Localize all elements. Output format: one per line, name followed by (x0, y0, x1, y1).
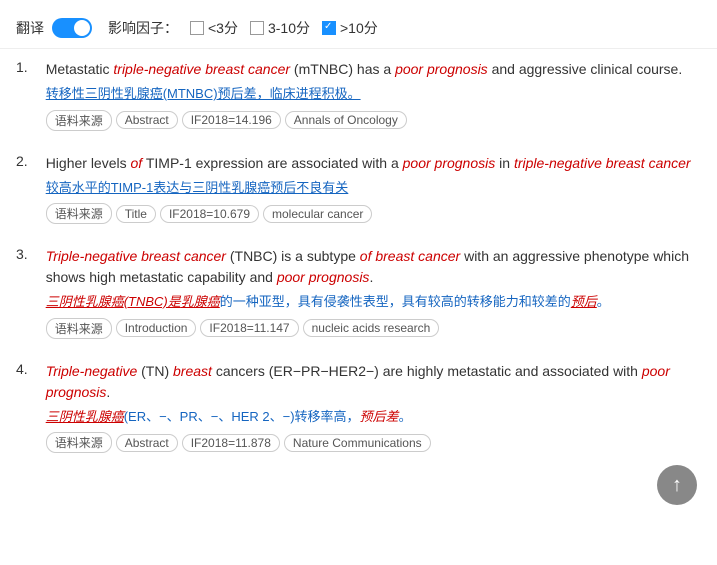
result-content-1: Metastatic triple-negative breast cancer… (46, 59, 683, 131)
toolbar: 翻译 影响因子： <3分 3-10分 >10分 (0, 10, 717, 49)
result-content-2: Higher levels of TIMP-1 expression are a… (46, 153, 691, 225)
tags-3: 语料来源 Introduction IF2018=11.147 nucleic … (46, 318, 701, 339)
result-item-3: 3. Triple-negative breast cancer (TNBC) … (16, 246, 701, 343)
cn-red-3: 乳腺癌 (181, 294, 220, 309)
filter-3-10-label: 3-10分 (268, 18, 310, 38)
cn-red-2: (TNBC)是 (124, 294, 181, 309)
cn-red-4-2: 预后差 (360, 409, 399, 424)
result-title-cn-3: 三阴性乳腺癌(TNBC)是乳腺癌的一种亚型，具有侵袭性表型，具有较高的转移能力和… (46, 292, 701, 312)
checkbox-gt10[interactable] (322, 21, 336, 35)
filter-3-10[interactable]: 3-10分 (250, 18, 310, 38)
result-number-4: 4. (16, 361, 28, 454)
filter-lt3-label: <3分 (208, 18, 238, 38)
cn-period-4: 。 (399, 409, 412, 424)
tag-if-2[interactable]: IF2018=10.679 (160, 205, 259, 223)
keyword-4-1: Triple-negative (46, 363, 138, 379)
tag-journal-4[interactable]: Nature Communications (284, 434, 431, 452)
filter-gt10[interactable]: >10分 (322, 18, 378, 38)
keyword-2-of: of (131, 155, 143, 171)
result-content-4: Triple-negative (TN) breast cancers (ER−… (46, 361, 701, 454)
keyword-1-1: triple-negative breast cancer (113, 61, 290, 77)
filter-lt3[interactable]: <3分 (190, 18, 238, 38)
filter-gt10-label: >10分 (340, 18, 378, 38)
tag-if-3[interactable]: IF2018=11.147 (200, 319, 298, 337)
tag-abstract-1[interactable]: Abstract (116, 111, 178, 129)
cn-plain-4: (ER、−、PR、−、HER 2、−)转移率高， (124, 409, 360, 424)
tag-source-2[interactable]: 语料来源 (46, 203, 112, 224)
keyword-3-1: Triple-negative breast cancer (46, 248, 226, 264)
keyword-2-1: poor prognosis (403, 155, 496, 171)
tag-source-3[interactable]: 语料来源 (46, 318, 112, 339)
result-title-en-2: Higher levels of TIMP-1 expression are a… (46, 153, 691, 174)
tag-journal-2[interactable]: molecular cancer (263, 205, 372, 223)
result-title-cn-4: 三阴性乳腺癌(ER、−、PR、−、HER 2、−)转移率高，预后差。 (46, 407, 701, 427)
tag-source-1[interactable]: 语料来源 (46, 110, 112, 131)
keyword-3-2: of breast cancer (360, 248, 460, 264)
result-number-1: 1. (16, 59, 28, 131)
keyword-1-2: poor prognosis (395, 61, 488, 77)
result-title-en-4: Triple-negative (TN) breast cancers (ER−… (46, 361, 701, 403)
checkbox-lt3[interactable] (190, 21, 204, 35)
result-item-2: 2. Higher levels of TIMP-1 expression ar… (16, 153, 701, 229)
keyword-2-2: triple-negative breast cancer (514, 155, 691, 171)
scroll-top-icon: ↑ (672, 474, 682, 497)
cn-text-1: 转移性三阴性乳腺癌(MTNBC)预后差，临床进程积极。 (46, 86, 361, 101)
keyword-4-3: poor prognosis (46, 363, 670, 400)
cn-plain-3: 的一种亚型，具有侵袭性表型，具有较高的转移能力和较差的 (220, 294, 571, 309)
impact-label: 影响因子： (108, 18, 178, 38)
cn-red-4-1: 三阴性乳腺癌 (46, 409, 124, 424)
cn-period-3: 。 (597, 294, 610, 309)
filter-group: 影响因子： <3分 3-10分 >10分 (108, 18, 378, 38)
result-title-cn-1: 转移性三阴性乳腺癌(MTNBC)预后差，临床进程积极。 (46, 84, 683, 104)
tag-source-4[interactable]: 语料来源 (46, 432, 112, 453)
translate-label: 翻译 (16, 18, 44, 38)
tag-if-4[interactable]: IF2018=11.878 (182, 434, 280, 452)
results-list: 1. Metastatic triple-negative breast can… (0, 49, 717, 485)
tags-4: 语料来源 Abstract IF2018=11.878 Nature Commu… (46, 432, 701, 453)
keyword-4-2: breast (173, 363, 212, 379)
translate-toggle[interactable] (52, 18, 92, 38)
result-title-cn-2: 较高水平的TIMP-1表达与三阴性乳腺癌预后不良有关 (46, 178, 691, 198)
tag-journal-1[interactable]: Annals of Oncology (285, 111, 407, 129)
result-content-3: Triple-negative breast cancer (TNBC) is … (46, 246, 701, 339)
cn-text-2: 较高水平的TIMP-1表达与三阴性乳腺癌预后不良有关 (46, 180, 349, 195)
translate-group: 翻译 (16, 18, 92, 38)
scroll-top-button[interactable]: ↑ (657, 465, 697, 505)
tags-2: 语料来源 Title IF2018=10.679 molecular cance… (46, 203, 691, 224)
result-title-en-3: Triple-negative breast cancer (TNBC) is … (46, 246, 701, 288)
tag-title-2[interactable]: Title (116, 205, 156, 223)
result-item-1: 1. Metastatic triple-negative breast can… (16, 59, 701, 135)
result-number-2: 2. (16, 153, 28, 225)
tag-abstract-4[interactable]: Abstract (116, 434, 178, 452)
keyword-3-3: poor prognosis (277, 269, 370, 285)
tag-journal-3[interactable]: nucleic acids research (303, 319, 440, 337)
tags-1: 语料来源 Abstract IF2018=14.196 Annals of On… (46, 110, 683, 131)
tag-intro-3[interactable]: Introduction (116, 319, 197, 337)
result-title-en-1: Metastatic triple-negative breast cancer… (46, 59, 683, 80)
checkbox-3-10[interactable] (250, 21, 264, 35)
tag-if-1[interactable]: IF2018=14.196 (182, 111, 281, 129)
cn-red-4: 预后 (571, 294, 597, 309)
result-number-3: 3. (16, 246, 28, 339)
cn-red-1: 三阴性乳腺癌 (46, 294, 124, 309)
result-item-4: 4. Triple-negative (TN) breast cancers (… (16, 361, 701, 458)
